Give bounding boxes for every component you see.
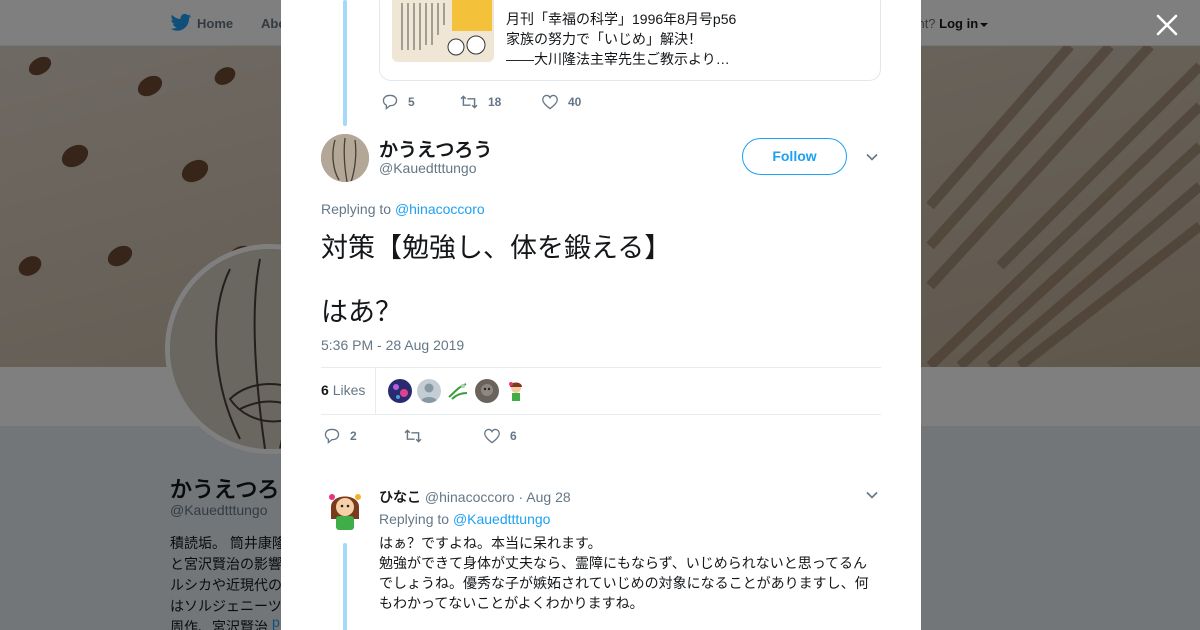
reply-author-handle[interactable]: @hinacoccoro xyxy=(425,489,515,505)
reply-author-avatar-image xyxy=(321,487,369,535)
quoted-line: 月刊「幸福の科学」1996年8月号p56 xyxy=(506,11,737,27)
tweet-text-line1: 対策【勉強し、体を鍛える】 xyxy=(321,233,672,263)
replying-prefix: Replying to xyxy=(379,511,453,527)
quoted-line: 家族の努力で「いじめ」解決！ xyxy=(506,31,702,47)
replying-to: Replying to @hinacoccoro xyxy=(321,201,485,217)
author-name[interactable]: かうえつろう xyxy=(379,135,492,162)
liker-avatar[interactable] xyxy=(475,379,499,403)
reply-icon xyxy=(324,428,340,444)
quoted-tweet-thumbnail xyxy=(392,0,494,62)
reply-icon xyxy=(382,94,398,110)
main-tweet-actions: 2 6 xyxy=(323,428,517,444)
reply-button[interactable]: 5 xyxy=(381,94,459,110)
liker-avatar[interactable] xyxy=(504,379,528,403)
quoted-tweet-text: 月刊「幸福の科学」1996年8月号p56 家族の努力で「いじめ」解決！ ――大川… xyxy=(506,9,866,69)
retweet-count: 18 xyxy=(488,95,502,109)
reply-button[interactable]: 2 xyxy=(323,428,403,444)
tweet-timestamp[interactable]: 5:36 PM - 28 Aug 2019 xyxy=(321,337,464,353)
likes-count[interactable]: 6 Likes xyxy=(321,382,365,398)
reply-tweet-text: はぁ？ですよね。本当に呆れます。 勉強ができて身体が丈夫なら、霊障にもならず、い… xyxy=(379,535,869,611)
retweet-button[interactable] xyxy=(403,428,483,444)
close-icon[interactable] xyxy=(1154,12,1180,38)
likes-number: 6 xyxy=(321,382,329,398)
heart-icon xyxy=(484,428,500,444)
retweet-icon xyxy=(460,95,478,109)
tweet-modal: 月刊「幸福の科学」1996年8月号p56 家族の努力で「いじめ」解決！ ――大川… xyxy=(281,0,921,630)
reply-header: ひなこ @hinacoccoro · Aug 28 xyxy=(379,487,571,507)
reply-count: 5 xyxy=(408,95,415,109)
author-avatar-image xyxy=(321,134,369,182)
reply-date[interactable]: Aug 28 xyxy=(526,489,570,505)
like-button[interactable]: 6 xyxy=(483,428,517,444)
replying-to-link[interactable]: @hinacoccoro xyxy=(395,201,485,217)
follow-button[interactable]: Follow xyxy=(742,138,847,175)
reply-author-avatar[interactable] xyxy=(321,487,369,535)
reply-author-name[interactable]: ひなこ xyxy=(379,489,421,505)
reply-separator: · xyxy=(518,489,524,505)
heart-icon xyxy=(542,94,558,110)
prev-tweet-actions: 5 18 40 xyxy=(381,94,581,110)
thread-line-bottom xyxy=(343,543,347,630)
quoted-tweet-card[interactable]: 月刊「幸福の科学」1996年8月号p56 家族の努力で「いじめ」解決！ ――大川… xyxy=(379,0,881,81)
like-button[interactable]: 40 xyxy=(541,94,581,110)
stats-divider xyxy=(375,368,376,414)
quoted-line: ――大川隆法主宰先生ご教示より… xyxy=(506,51,730,67)
likes-label: Likes xyxy=(332,382,366,398)
retweet-icon xyxy=(404,429,422,443)
liker-avatar[interactable] xyxy=(388,379,412,403)
reply-replying-to: Replying to @Kauedtttungo xyxy=(379,511,550,527)
retweet-button[interactable]: 18 xyxy=(459,94,541,110)
liker-avatar[interactable] xyxy=(446,379,470,403)
chevron-down-icon[interactable] xyxy=(866,489,878,501)
tweet-text-line2: はあ？ xyxy=(321,297,402,327)
author-avatar[interactable] xyxy=(321,134,369,182)
author-handle[interactable]: @Kauedtttungo xyxy=(379,160,477,176)
tweet-stats: 6 Likes xyxy=(321,367,881,415)
thread-line-top xyxy=(343,0,347,126)
chevron-down-icon[interactable] xyxy=(866,151,878,163)
like-count: 6 xyxy=(510,429,517,443)
like-count: 40 xyxy=(568,95,582,109)
replying-prefix: Replying to xyxy=(321,201,395,217)
reply-count: 2 xyxy=(350,429,357,443)
replying-to-link[interactable]: @Kauedtttungo xyxy=(453,511,551,527)
liker-avatar[interactable] xyxy=(417,379,441,403)
